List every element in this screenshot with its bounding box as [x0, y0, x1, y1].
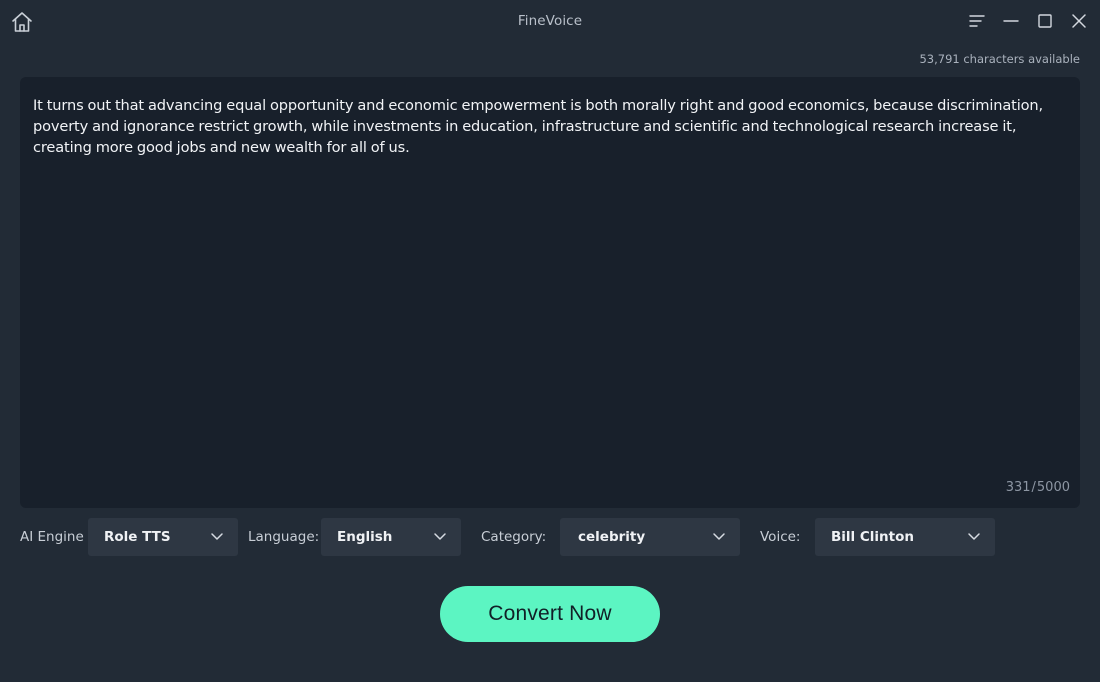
menu-icon[interactable] [968, 12, 986, 30]
voice-value: Bill Clinton [831, 529, 914, 545]
text-editor[interactable]: It turns out that advancing equal opport… [20, 77, 1080, 508]
voice-label: Voice: [760, 529, 801, 545]
ai-engine-label: AI Engine [20, 529, 84, 545]
ai-engine-select[interactable]: Role TTS [88, 518, 238, 556]
chevron-down-icon [211, 533, 223, 540]
convert-now-button[interactable]: Convert Now [440, 586, 660, 642]
minimize-icon[interactable] [1002, 12, 1020, 30]
category-select[interactable]: celebrity [560, 518, 740, 556]
chevron-down-icon [968, 533, 980, 540]
language-label: Language: [248, 529, 320, 545]
title-bar: FineVoice [0, 0, 1100, 44]
ai-engine-value: Role TTS [104, 529, 171, 545]
voice-settings-bar: AI Engine Role TTS Language: English Cat… [20, 518, 1080, 556]
editor-text[interactable]: It turns out that advancing equal opport… [33, 95, 1063, 158]
voice-select[interactable]: Bill Clinton [815, 518, 995, 556]
convert-now-label: Convert Now [488, 602, 612, 625]
counter-separator: / [1031, 480, 1036, 495]
language-value: English [337, 529, 393, 545]
language-select[interactable]: English [321, 518, 461, 556]
chevron-down-icon [713, 533, 725, 540]
category-value: celebrity [578, 529, 646, 545]
chevron-down-icon [434, 533, 446, 540]
maximize-icon[interactable] [1036, 12, 1054, 30]
app-window: FineVoice 53,791 characters available It… [0, 0, 1100, 682]
characters-available: 53,791 characters available [919, 52, 1080, 66]
app-title: FineVoice [517, 13, 583, 29]
character-counter: 331/5000 [1006, 480, 1070, 495]
character-limit: 5000 [1036, 480, 1070, 495]
character-count: 331 [1005, 480, 1031, 495]
close-icon[interactable] [1070, 12, 1088, 30]
category-label: Category: [481, 529, 547, 545]
